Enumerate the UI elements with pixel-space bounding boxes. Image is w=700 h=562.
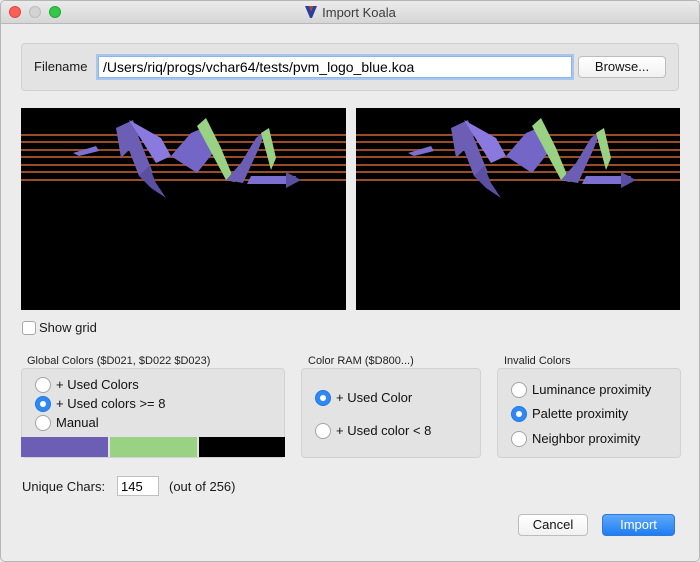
luminance-proximity-radio[interactable] <box>511 382 527 398</box>
color-ram-used-color-lt8-label[interactable]: + Used color < 8 <box>336 423 431 438</box>
color-ram-used-color-lt8-radio[interactable] <box>315 423 331 439</box>
filename-group: Filename Browse... <box>21 43 679 91</box>
global-color-swatch-d022[interactable] <box>110 437 197 457</box>
filename-label: Filename <box>34 59 88 74</box>
neighbor-proximity-label[interactable]: Neighbor proximity <box>532 431 640 446</box>
window-title: Import Koala <box>322 5 396 20</box>
global-color-swatch-d023[interactable] <box>199 437 285 457</box>
show-grid-label[interactable]: Show grid <box>39 320 97 335</box>
title-bar: Import Koala <box>1 1 699 24</box>
converted-logo-image <box>356 118 680 198</box>
global-colors-used-colors-8-label[interactable]: + Used colors >= 8 <box>56 396 165 411</box>
luminance-proximity-label[interactable]: Luminance proximity <box>532 382 651 397</box>
global-colors-used-colors-8-radio[interactable] <box>35 396 51 412</box>
converted-preview <box>356 108 680 310</box>
global-colors-used-colors-label[interactable]: + Used Colors <box>56 377 139 392</box>
palette-proximity-label[interactable]: Palette proximity <box>532 406 628 421</box>
color-ram-title: Color RAM ($D800...) <box>308 355 414 367</box>
neighbor-proximity-radio[interactable] <box>511 431 527 447</box>
cancel-button[interactable]: Cancel <box>518 514 588 536</box>
filename-input[interactable] <box>98 56 572 78</box>
global-color-swatch-d021[interactable] <box>21 437 108 457</box>
color-ram-group <box>301 368 481 458</box>
koala-logo-image <box>21 118 346 198</box>
show-grid-checkbox[interactable] <box>22 321 36 335</box>
unique-chars-label: Unique Chars: <box>22 479 106 494</box>
window-title-area: Import Koala <box>1 5 699 22</box>
unique-chars-field <box>117 476 159 496</box>
color-ram-used-color-radio[interactable] <box>315 390 331 406</box>
global-colors-manual-radio[interactable] <box>35 415 51 431</box>
invalid-colors-title: Invalid Colors <box>504 355 571 367</box>
global-colors-manual-label[interactable]: Manual <box>56 415 99 430</box>
import-button[interactable]: Import <box>602 514 675 536</box>
palette-proximity-radio[interactable] <box>511 406 527 422</box>
global-colors-title: Global Colors ($D021, $D022 $D023) <box>27 355 211 367</box>
browse-button[interactable]: Browse... <box>578 56 666 78</box>
import-koala-dialog: Import Koala Filename Browse... <box>0 0 700 562</box>
unique-chars-suffix: (out of 256) <box>169 479 236 494</box>
original-preview <box>21 108 346 310</box>
global-colors-used-colors-radio[interactable] <box>35 377 51 393</box>
app-icon <box>304 5 318 22</box>
color-ram-used-color-label[interactable]: + Used Color <box>336 390 412 405</box>
